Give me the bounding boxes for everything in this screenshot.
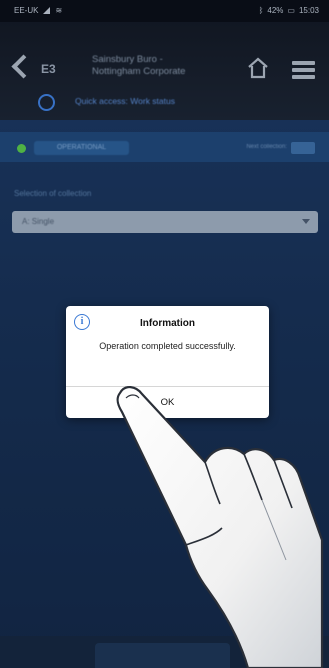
dialog-title: Information <box>140 318 195 329</box>
dialog-message: Operation completed successfully. <box>99 341 236 351</box>
information-dialog: i Information Operation completed succes… <box>66 306 269 418</box>
ok-button[interactable]: OK <box>66 387 269 418</box>
app-screen: EE-UK ≋ ᛒ 42% ▭ 15:03 E3 Sainsbury Buro … <box>0 0 329 668</box>
